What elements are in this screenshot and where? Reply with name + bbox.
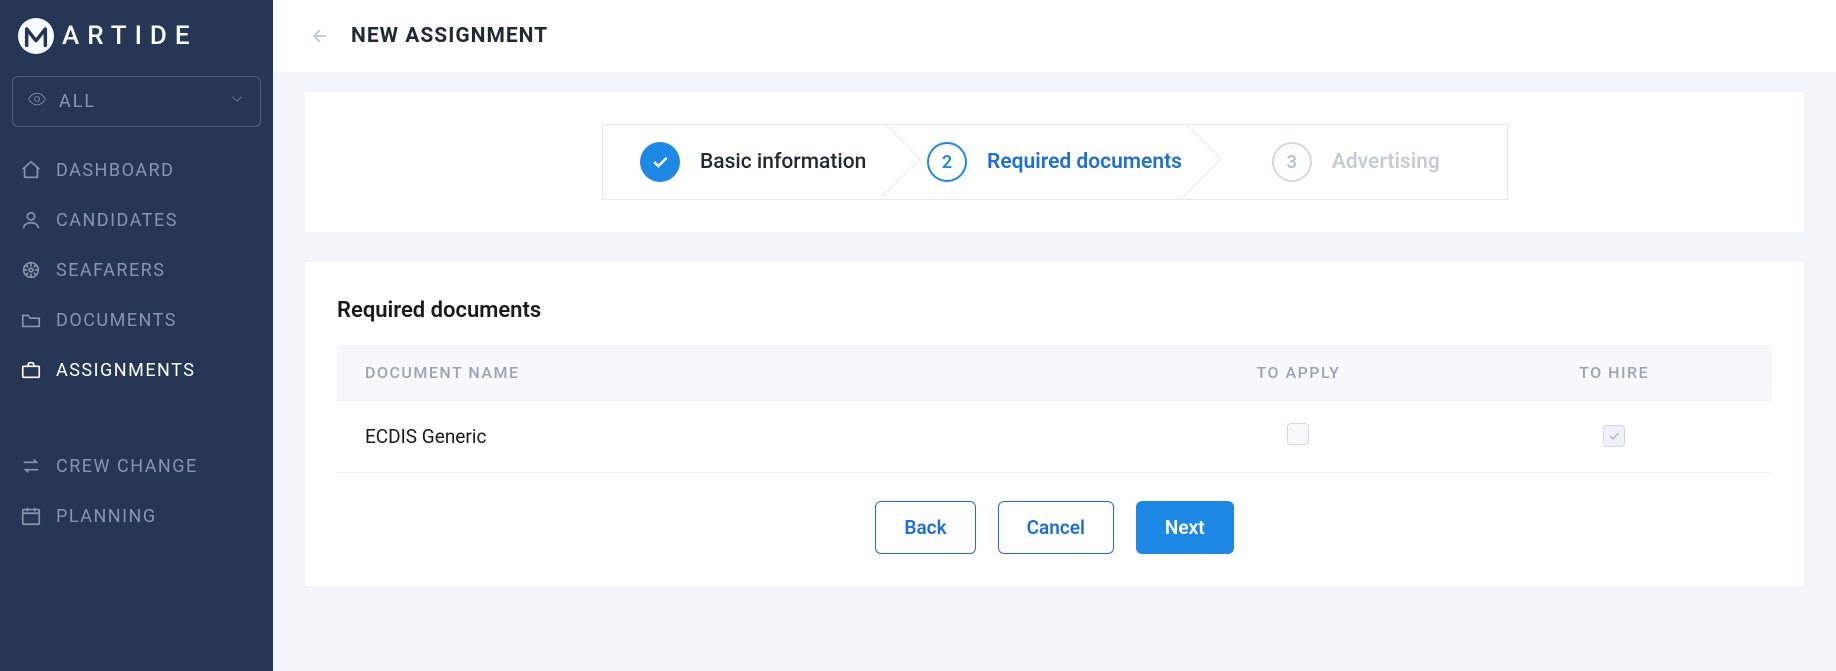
next-button[interactable]: Next [1136, 501, 1234, 554]
sidebar-item-label: CANDIDATES [56, 210, 178, 231]
eye-icon [27, 89, 47, 114]
sidebar-item-label: SEAFARERS [56, 260, 165, 281]
col-to-hire: TO HIRE [1456, 345, 1772, 401]
checkbox-to-apply[interactable] [1287, 423, 1309, 445]
step-label: Required documents [987, 150, 1182, 174]
back-arrow-icon[interactable] [305, 23, 331, 49]
page-header: NEW ASSIGNMENT [273, 0, 1836, 72]
swap-icon [20, 455, 42, 477]
sidebar-nav: DASHBOARD CANDIDATES SEAFARERS DOCUMENTS… [12, 145, 261, 541]
sidebar-item-crew-change[interactable]: CREW CHANGE [12, 441, 261, 491]
sidebar: ARTIDE ALL DASHBOARD CANDIDATES [0, 0, 273, 671]
scope-select-label: ALL [59, 91, 96, 112]
sidebar-item-label: DASHBOARD [56, 160, 174, 181]
nav-divider [12, 395, 261, 441]
page-title: NEW ASSIGNMENT [351, 24, 548, 48]
sidebar-item-assignments[interactable]: ASSIGNMENTS [12, 345, 261, 395]
col-to-apply: TO APPLY [1141, 345, 1457, 401]
sidebar-item-candidates[interactable]: CANDIDATES [12, 195, 261, 245]
briefcase-icon [20, 359, 42, 381]
documents-table: DOCUMENT NAME TO APPLY TO HIRE ECDIS Gen… [337, 345, 1772, 473]
sidebar-item-planning[interactable]: PLANNING [12, 491, 261, 541]
main: NEW ASSIGNMENT Basic information 2 Requi… [273, 0, 1836, 671]
calendar-icon [20, 505, 42, 527]
stepper-card: Basic information 2 Required documents 3… [305, 92, 1804, 232]
step-number: 2 [927, 142, 967, 182]
check-icon [640, 142, 680, 182]
folder-icon [20, 309, 42, 331]
home-icon [20, 159, 42, 181]
step-advertising[interactable]: 3 Advertising [1205, 125, 1506, 199]
back-button[interactable]: Back [875, 501, 975, 554]
sidebar-item-label: ASSIGNMENTS [56, 360, 195, 381]
form-actions: Back Cancel Next [337, 501, 1772, 554]
step-basic-information[interactable]: Basic information [603, 125, 904, 199]
content: Basic information 2 Required documents 3… [273, 72, 1836, 606]
table-row: ECDIS Generic [337, 401, 1772, 473]
doc-name-cell: ECDIS Generic [337, 401, 1141, 473]
cancel-button[interactable]: Cancel [998, 501, 1114, 554]
sidebar-item-documents[interactable]: DOCUMENTS [12, 295, 261, 345]
sidebar-item-dashboard[interactable]: DASHBOARD [12, 145, 261, 195]
section-title: Required documents [337, 298, 1772, 323]
col-document-name: DOCUMENT NAME [337, 345, 1141, 401]
sidebar-item-label: DOCUMENTS [56, 310, 177, 331]
required-documents-card: Required documents DOCUMENT NAME TO APPL… [305, 262, 1804, 586]
sidebar-item-label: CREW CHANGE [56, 456, 198, 477]
stepper: Basic information 2 Required documents 3… [602, 124, 1508, 200]
step-label: Basic information [700, 150, 866, 174]
brand-logo-icon [18, 18, 54, 54]
sidebar-item-seafarers[interactable]: SEAFARERS [12, 245, 261, 295]
brand-name: ARTIDE [62, 21, 198, 51]
scope-select[interactable]: ALL [12, 76, 261, 127]
step-number: 3 [1272, 142, 1312, 182]
checkbox-to-hire[interactable] [1603, 425, 1625, 447]
brand-logo: ARTIDE [12, 18, 261, 72]
step-label: Advertising [1332, 150, 1440, 174]
person-icon [20, 209, 42, 231]
sidebar-item-label: PLANNING [56, 506, 157, 527]
helm-icon [20, 259, 42, 281]
chevron-down-icon [228, 90, 246, 113]
step-required-documents[interactable]: 2 Required documents [904, 125, 1205, 199]
